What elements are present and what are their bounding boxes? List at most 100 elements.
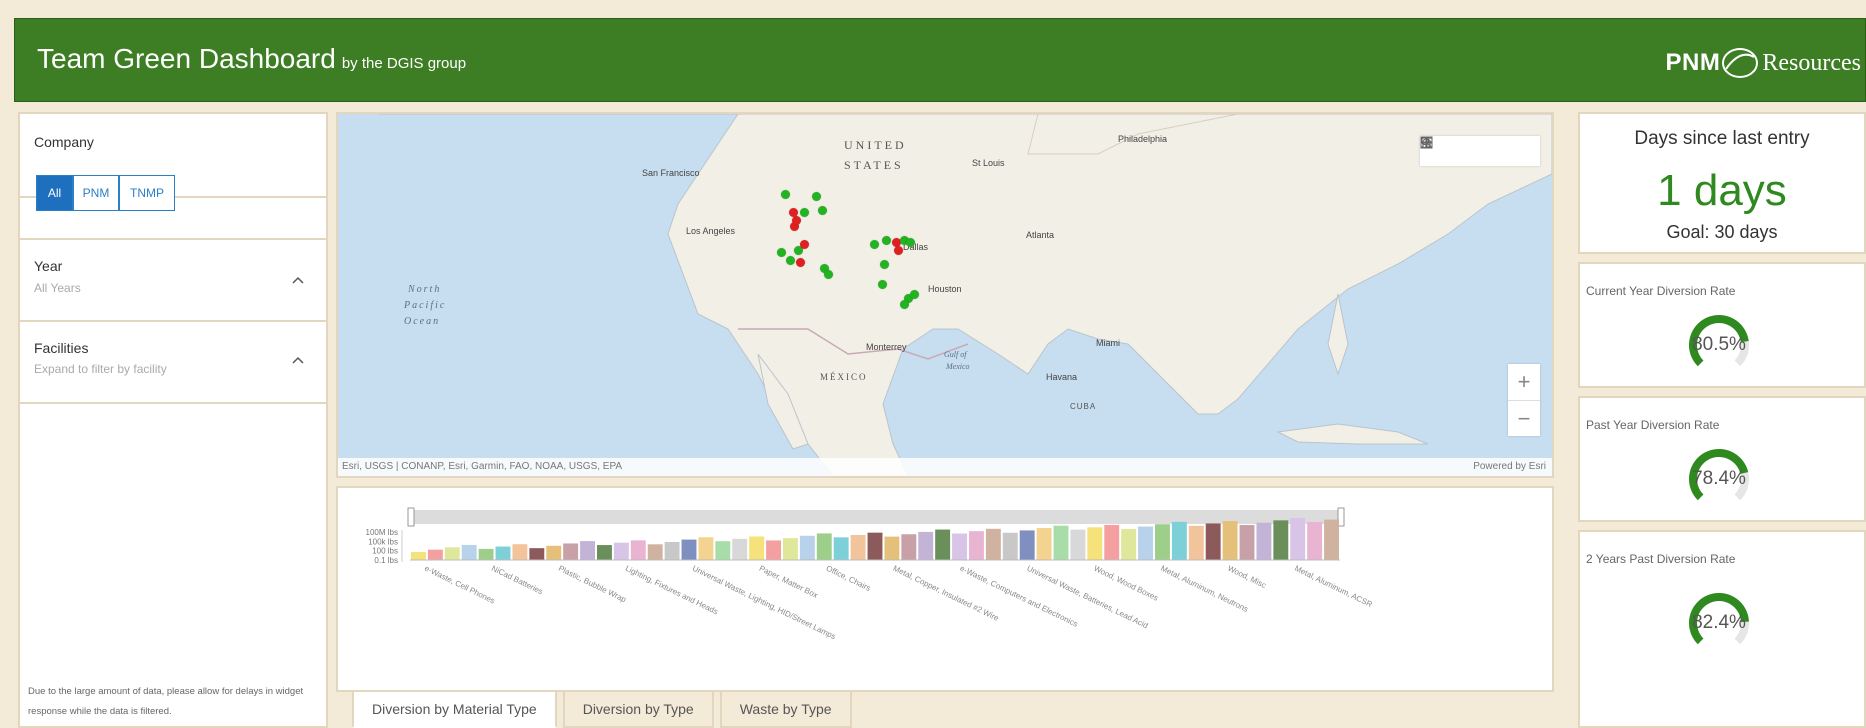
chart-bar[interactable]: [833, 537, 849, 560]
facility-marker[interactable]: [880, 260, 889, 269]
chart-bar[interactable]: [597, 545, 612, 560]
chart-bar[interactable]: [1256, 522, 1272, 560]
chart-bar[interactable]: [918, 531, 934, 560]
chart-bar[interactable]: [427, 549, 443, 560]
chart-bar[interactable]: [766, 540, 781, 560]
two-years-past-title: 2 Years Past Diversion Rate: [1586, 552, 1736, 566]
facility-marker[interactable]: [894, 246, 903, 255]
chart-bar[interactable]: [664, 541, 680, 560]
company-option-tnmp[interactable]: TNMP: [119, 175, 175, 211]
facility-marker[interactable]: [906, 238, 915, 247]
tab-diversion-by-type[interactable]: Diversion by Type: [562, 690, 714, 728]
facility-marker[interactable]: [781, 190, 790, 199]
facility-marker[interactable]: [792, 216, 801, 225]
facility-marker[interactable]: [910, 290, 919, 299]
chart-bar[interactable]: [816, 533, 832, 560]
tab-diversion-by-material-type[interactable]: Diversion by Material Type: [352, 690, 557, 728]
chart-bar[interactable]: [1205, 523, 1221, 560]
chart-bar[interactable]: [1036, 528, 1052, 560]
chart-bar[interactable]: [1324, 519, 1339, 560]
chart-bar[interactable]: [1273, 520, 1289, 560]
chart-bar[interactable]: [1121, 528, 1137, 560]
company-option-all[interactable]: All: [36, 175, 73, 211]
chart-bar[interactable]: [1307, 521, 1323, 560]
facility-marker[interactable]: [800, 240, 809, 249]
chart-bar[interactable]: [1087, 527, 1103, 560]
facility-marker[interactable]: [824, 270, 833, 279]
chart-bar[interactable]: [1171, 521, 1187, 560]
year-filter[interactable]: Year All Years: [20, 238, 326, 322]
chart-bar[interactable]: [630, 540, 646, 560]
tab-waste-by-type[interactable]: Waste by Type: [719, 690, 852, 728]
company-option-pnm[interactable]: PNM: [73, 175, 119, 211]
chart-bar[interactable]: [478, 548, 494, 560]
chart-bar[interactable]: [1104, 524, 1120, 560]
chart-bar[interactable]: [732, 538, 748, 560]
zoom-out-button[interactable]: −: [1508, 400, 1540, 436]
chart-bar[interactable]: [985, 528, 1001, 560]
chart-bar[interactable]: [1290, 518, 1306, 560]
chart-bar[interactable]: [1019, 530, 1035, 560]
chart-bar[interactable]: [1155, 524, 1170, 560]
chart-bar[interactable]: [749, 536, 765, 561]
chart-bar[interactable]: [884, 536, 900, 560]
two-years-past-value: 82.4%: [1692, 612, 1746, 633]
chart-bar[interactable]: [1188, 525, 1204, 560]
chart-bar[interactable]: [1222, 521, 1238, 560]
chart-bar[interactable]: [698, 537, 714, 560]
bar-chart[interactable]: 100M lbs100k lbs100 lbs0.1 lbs e-Waste, C…: [338, 488, 1552, 690]
facility-marker[interactable]: [878, 280, 887, 289]
zoom-in-button[interactable]: +: [1508, 364, 1540, 400]
chart-bar[interactable]: [850, 535, 866, 560]
chart-bar[interactable]: [647, 544, 663, 560]
chart-bar[interactable]: [563, 543, 579, 560]
facilities-filter[interactable]: Facilities Expand to filter by facility: [20, 322, 326, 404]
chart-bar[interactable]: [529, 548, 545, 560]
chart-bar[interactable]: [969, 531, 984, 560]
facility-marker[interactable]: [812, 192, 821, 201]
facility-marker[interactable]: [870, 240, 879, 249]
chart-bar[interactable]: [681, 539, 697, 560]
map-label-miami: Miami: [1096, 338, 1120, 348]
facility-marker[interactable]: [796, 258, 805, 267]
chart-bar[interactable]: [495, 546, 511, 560]
range-slider-track[interactable]: [412, 510, 1340, 524]
basemap[interactable]: [338, 114, 1552, 476]
chart-bar[interactable]: [512, 544, 528, 560]
chart-bar[interactable]: [901, 534, 917, 560]
chart-bar[interactable]: [580, 541, 595, 560]
chart-bar[interactable]: [461, 544, 477, 560]
chart-bar[interactable]: [1138, 526, 1153, 560]
powered-by-esri[interactable]: Powered by Esri: [1473, 458, 1546, 476]
chart-bar[interactable]: [1239, 525, 1255, 560]
facility-marker[interactable]: [900, 300, 909, 309]
chart-bar[interactable]: [411, 552, 426, 560]
facility-map[interactable]: UNITED STATES Philadelphia San Francisco…: [336, 112, 1554, 478]
chart-bar[interactable]: [783, 538, 798, 560]
x-tick-label: Universal Waste, Batteries, Lead Acid: [1025, 564, 1149, 631]
basemap-icon[interactable]: [1420, 136, 1540, 166]
chevron-up-icon[interactable]: [292, 274, 304, 286]
chart-bar[interactable]: [867, 532, 883, 560]
facility-marker[interactable]: [882, 236, 891, 245]
legend-icon[interactable]: [1421, 136, 1510, 166]
chart-bar[interactable]: [1053, 525, 1069, 560]
chart-bar[interactable]: [546, 545, 562, 560]
chart-bar[interactable]: [952, 533, 967, 561]
facility-marker[interactable]: [777, 248, 786, 257]
facility-marker[interactable]: [818, 206, 827, 215]
range-slider-handle-left[interactable]: [407, 507, 415, 527]
chevron-up-icon[interactable]: [292, 354, 304, 366]
chart-bar[interactable]: [444, 547, 460, 560]
map-label-north: North: [408, 284, 442, 295]
chart-bar[interactable]: [1002, 532, 1018, 560]
chart-bar[interactable]: [613, 542, 629, 560]
chart-bar[interactable]: [799, 535, 815, 560]
home-icon[interactable]: [1421, 136, 1480, 166]
facility-marker[interactable]: [786, 256, 795, 265]
facility-marker[interactable]: [789, 208, 798, 217]
chart-bar[interactable]: [935, 529, 951, 560]
chart-bar[interactable]: [715, 541, 731, 560]
facility-marker[interactable]: [800, 208, 809, 217]
chart-bar[interactable]: [1070, 529, 1086, 560]
